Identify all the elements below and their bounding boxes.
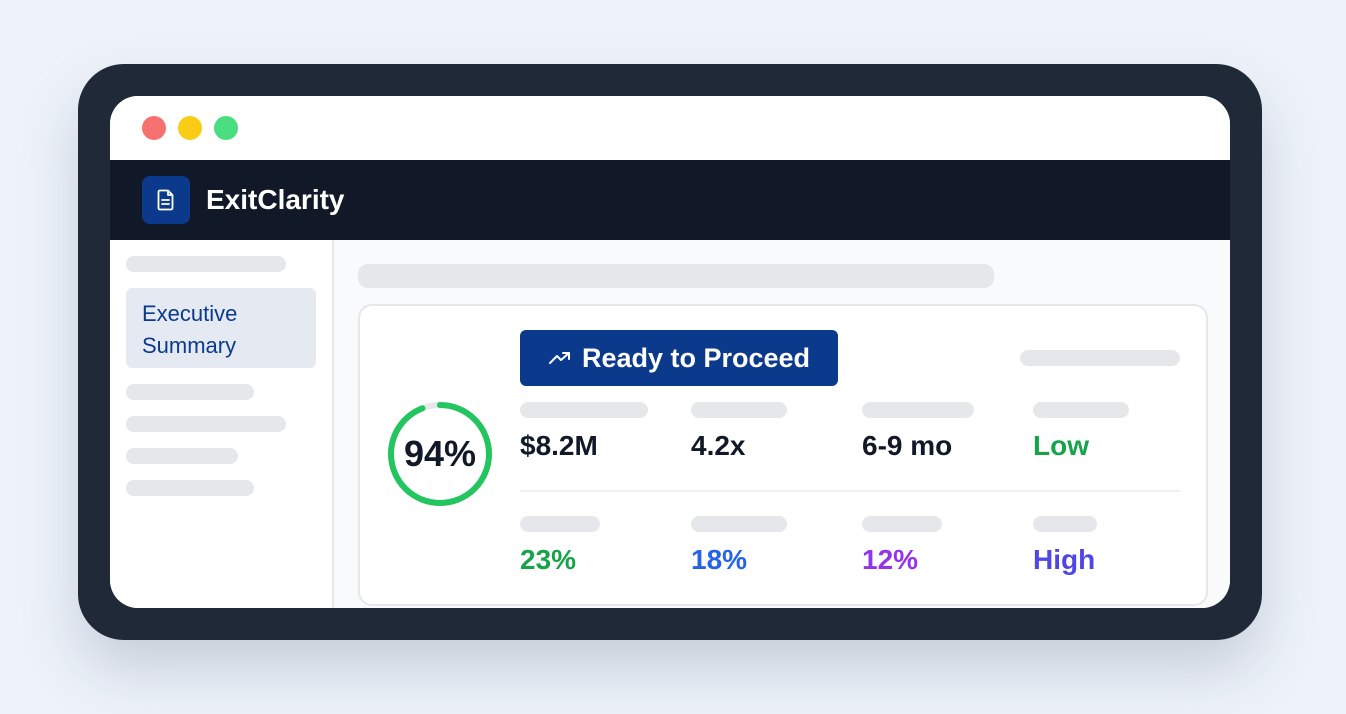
app-window: ExitClarity Executive Summary 94% Ready … bbox=[110, 96, 1230, 608]
sidebar: Executive Summary bbox=[110, 240, 334, 608]
metric-label-placeholder bbox=[691, 516, 787, 532]
metric-label-placeholder bbox=[520, 402, 648, 418]
sidebar-item-label: Executive Summary bbox=[142, 301, 238, 358]
ready-to-proceed-button[interactable]: Ready to Proceed bbox=[520, 330, 838, 386]
app-title: ExitClarity bbox=[206, 184, 345, 215]
app-header: ExitClarity bbox=[110, 160, 1230, 240]
page-title-placeholder bbox=[358, 264, 994, 288]
metric-value: 12% bbox=[862, 544, 919, 575]
window-titlebar bbox=[110, 96, 1230, 160]
device-frame: ExitClarity Executive Summary 94% Ready … bbox=[78, 64, 1262, 640]
metric-value: Low bbox=[1033, 430, 1089, 461]
sidebar-item-placeholder[interactable] bbox=[126, 448, 238, 464]
executive-summary-card: 94% Ready to Proceed $8.2M 4.2x 6-9 mo L… bbox=[358, 304, 1208, 606]
metric-label-placeholder bbox=[1033, 516, 1097, 532]
metric-label-placeholder bbox=[1033, 402, 1129, 418]
metric-value: High bbox=[1033, 544, 1096, 575]
ready-to-proceed-label: Ready to Proceed bbox=[581, 343, 811, 373]
main-content: 94% Ready to Proceed $8.2M 4.2x 6-9 mo L… bbox=[334, 240, 1230, 608]
metric-value: 4.2x bbox=[691, 430, 746, 461]
sidebar-item-placeholder[interactable] bbox=[126, 480, 254, 496]
metric-label-placeholder bbox=[691, 402, 787, 418]
metric-label-placeholder bbox=[862, 516, 942, 532]
header-placeholder bbox=[1020, 350, 1180, 366]
metric-value: $8.2M bbox=[520, 430, 598, 461]
sidebar-item-placeholder[interactable] bbox=[126, 416, 286, 432]
close-window-button[interactable] bbox=[142, 116, 166, 140]
app-logo[interactable] bbox=[142, 176, 190, 224]
minimize-window-button[interactable] bbox=[178, 116, 202, 140]
metric-label-placeholder bbox=[520, 516, 600, 532]
document-icon bbox=[157, 189, 174, 211]
metric-value: 18% bbox=[691, 544, 748, 575]
maximize-window-button[interactable] bbox=[214, 116, 238, 140]
sidebar-item-executive-summary[interactable]: Executive Summary bbox=[126, 288, 316, 368]
sidebar-placeholder bbox=[126, 256, 286, 272]
metric-value: 6-9 mo bbox=[862, 430, 953, 461]
sidebar-item-placeholder[interactable] bbox=[126, 384, 254, 400]
divider bbox=[520, 490, 1180, 492]
metric-value: 23% bbox=[520, 544, 577, 575]
readiness-score-value: 94% bbox=[403, 433, 477, 474]
trending-up-icon bbox=[548, 352, 570, 364]
metric-label-placeholder bbox=[862, 402, 974, 418]
